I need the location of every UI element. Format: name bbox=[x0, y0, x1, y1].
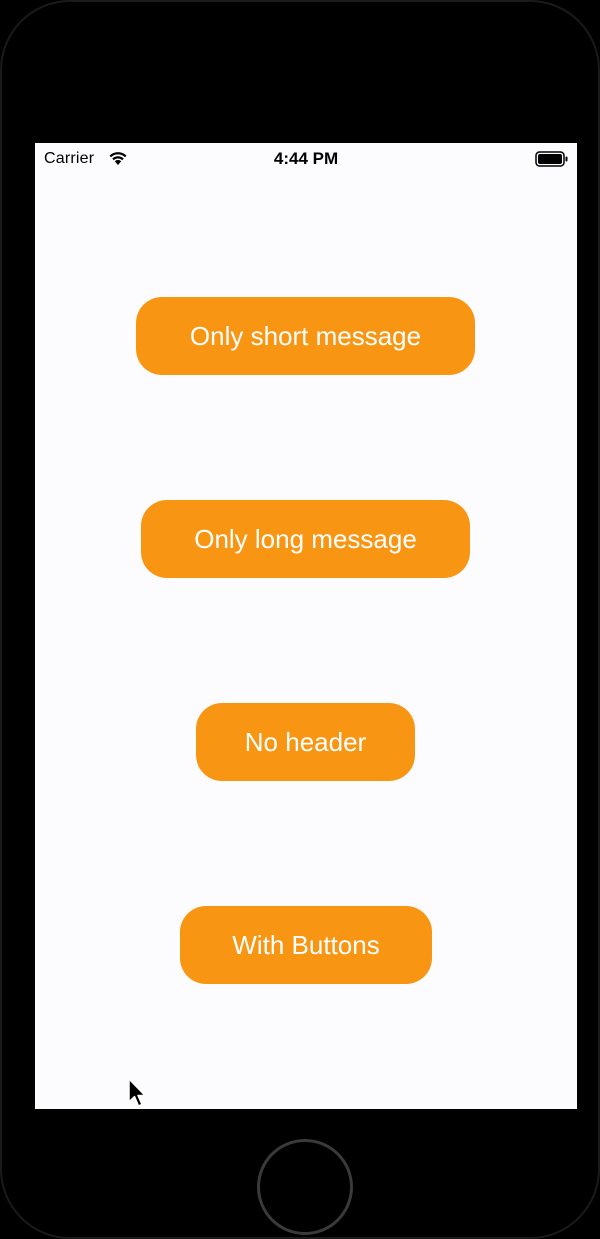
battery-icon bbox=[535, 151, 568, 167]
no-header-button[interactable]: No header bbox=[196, 703, 415, 781]
phone-device-frame: Carrier 4:44 PM Only short message Only … bbox=[0, 0, 600, 1239]
mouse-cursor-icon bbox=[128, 1078, 146, 1107]
home-button[interactable] bbox=[257, 1139, 353, 1235]
with-buttons-button[interactable]: With Buttons bbox=[180, 906, 432, 984]
app-screen: Carrier 4:44 PM Only short message Only … bbox=[35, 143, 577, 1109]
status-bar: Carrier 4:44 PM bbox=[35, 143, 577, 175]
only-long-message-button[interactable]: Only long message bbox=[141, 500, 470, 578]
status-time: 4:44 PM bbox=[273, 149, 339, 168]
only-short-message-button[interactable]: Only short message bbox=[136, 297, 475, 375]
